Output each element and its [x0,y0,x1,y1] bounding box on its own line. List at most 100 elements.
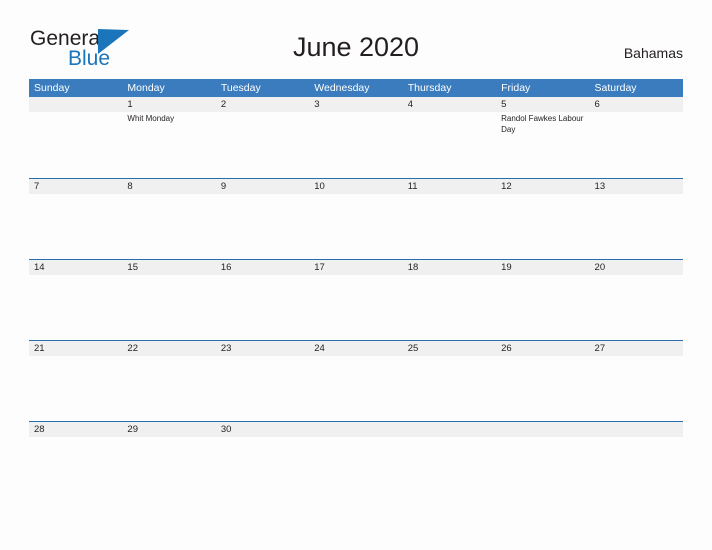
calendar-week-row: 14 15 16 17 18 19 20 [29,259,683,340]
day-cell-empty [403,437,496,501]
day-number-empty [29,97,122,112]
day-cell-27[interactable] [590,356,683,420]
day-cell-20[interactable] [590,275,683,339]
day-number-19[interactable]: 19 [496,260,589,275]
day-cell-23[interactable] [216,356,309,420]
day-cell-empty [29,112,122,176]
day-cell-10[interactable] [309,194,402,258]
calendar-week-row: 1 2 3 4 5 6 Whit Monday Randol Fawkes Labour Da… [29,97,683,178]
day-cell-12[interactable] [496,194,589,258]
day-cell-17[interactable] [309,275,402,339]
day-cell-15[interactable] [122,275,215,339]
day-number-1[interactable]: 1 [122,97,215,112]
day-number-4[interactable]: 4 [403,97,496,112]
day-number-22[interactable]: 22 [122,341,215,356]
weekday-header-row: Sunday Monday Tuesday Wednesday Thursday Frid… [29,79,683,97]
day-cell-13[interactable] [590,194,683,258]
day-number-10[interactable]: 10 [309,179,402,194]
day-number-empty [309,422,402,437]
page-title: June 2020 [292,32,420,62]
day-number-26[interactable]: 26 [496,341,589,356]
day-number-29[interactable]: 29 [122,422,215,437]
day-cell-7[interactable] [29,194,122,258]
day-cell-empty [590,437,683,501]
day-number-13[interactable]: 13 [590,179,683,194]
day-number-23[interactable]: 23 [216,341,309,356]
day-cell-25[interactable] [403,356,496,420]
day-number-6[interactable]: 6 [590,97,683,112]
day-cell-4[interactable] [403,112,496,176]
country-label: Bahamas [623,45,683,61]
day-number-17[interactable]: 17 [309,260,402,275]
calendar-week-row: 28 29 30 [29,421,683,502]
day-cell-21[interactable] [29,356,122,420]
day-cell-8[interactable] [122,194,215,258]
day-cell-18[interactable] [403,275,496,339]
weekday-header-saturday: Saturday [594,82,637,94]
day-cell-5[interactable]: Randol Fawkes Labour Day [496,112,589,176]
weekday-header-sunday: Sunday [34,82,70,94]
day-number-strip: 123456 [29,97,683,112]
day-number-2[interactable]: 2 [216,97,309,112]
weekday-header-monday: Monday [127,82,165,94]
day-number-21[interactable]: 21 [29,341,122,356]
weekday-header-wednesday: Wednesday [314,82,370,94]
day-cell-24[interactable] [309,356,402,420]
day-number-27[interactable]: 27 [590,341,683,356]
weekday-header-thursday: Thursday [407,82,452,94]
day-event-strip [29,194,683,258]
calendar-weeks: 1 2 3 4 5 6 Whit Monday Randol Fawkes Labour Da… [29,97,683,502]
day-cell-16[interactable] [216,275,309,339]
day-number-30[interactable]: 30 [216,422,309,437]
day-number-3[interactable]: 3 [309,97,402,112]
day-cell-9[interactable] [216,194,309,258]
day-number-strip: 28 29 30 [29,422,683,437]
weekday-header-friday: Friday [501,82,531,94]
day-cell-1[interactable]: Whit Monday [122,112,215,176]
day-number-14[interactable]: 14 [29,260,122,275]
day-number-strip: 7 8 9 10 11 12 13 [29,179,683,194]
day-number-15[interactable]: 15 [122,260,215,275]
day-number-strip: 14 15 16 17 18 19 20 [29,260,683,275]
day-cell-30[interactable] [216,437,309,501]
day-cell-14[interactable] [29,275,122,339]
day-number-5[interactable]: 5 [496,97,589,112]
day-number-18[interactable]: 18 [403,260,496,275]
day-event-strip [29,437,683,501]
day-number-28[interactable]: 28 [29,422,122,437]
day-cell-28[interactable] [29,437,122,501]
day-cell-26[interactable] [496,356,589,420]
day-number-8[interactable]: 8 [122,179,215,194]
day-cell-empty [496,437,589,501]
day-cell-22[interactable] [122,356,215,420]
calendar-grid: Sunday Monday Tuesday Wednesday Thursday Frid… [29,79,683,502]
day-event-strip [29,356,683,420]
day-cell-19[interactable] [496,275,589,339]
page-header: General Blue June 2020 Bahamas [0,0,712,70]
day-number-empty [590,422,683,437]
day-event-strip [29,275,683,339]
holiday-event-label: Randol Fawkes Labour Day [501,114,584,134]
day-cell-3[interactable] [309,112,402,176]
day-number-7[interactable]: 7 [29,179,122,194]
day-cell-6[interactable] [590,112,683,176]
calendar-week-row: 21 22 23 24 25 26 27 [29,340,683,421]
day-cell-11[interactable] [403,194,496,258]
holiday-event-label: Whit Monday [127,114,175,123]
day-number-empty [403,422,496,437]
weekday-header-tuesday: Tuesday [220,82,261,94]
day-cell-empty [309,437,402,501]
day-number-9[interactable]: 9 [216,179,309,194]
day-number-16[interactable]: 16 [216,260,309,275]
day-number-empty [496,422,589,437]
day-number-12[interactable]: 12 [496,179,589,194]
day-number-25[interactable]: 25 [403,341,496,356]
day-number-strip: 21 22 23 24 25 26 27 [29,341,683,356]
day-number-24[interactable]: 24 [309,341,402,356]
day-number-11[interactable]: 11 [403,179,496,194]
day-number-20[interactable]: 20 [590,260,683,275]
day-cell-29[interactable] [122,437,215,501]
calendar-week-row: 7 8 9 10 11 12 13 [29,178,683,259]
day-event-strip: Whit Monday Randol Fawkes Labour Day [29,112,683,176]
day-cell-2[interactable] [216,112,309,176]
